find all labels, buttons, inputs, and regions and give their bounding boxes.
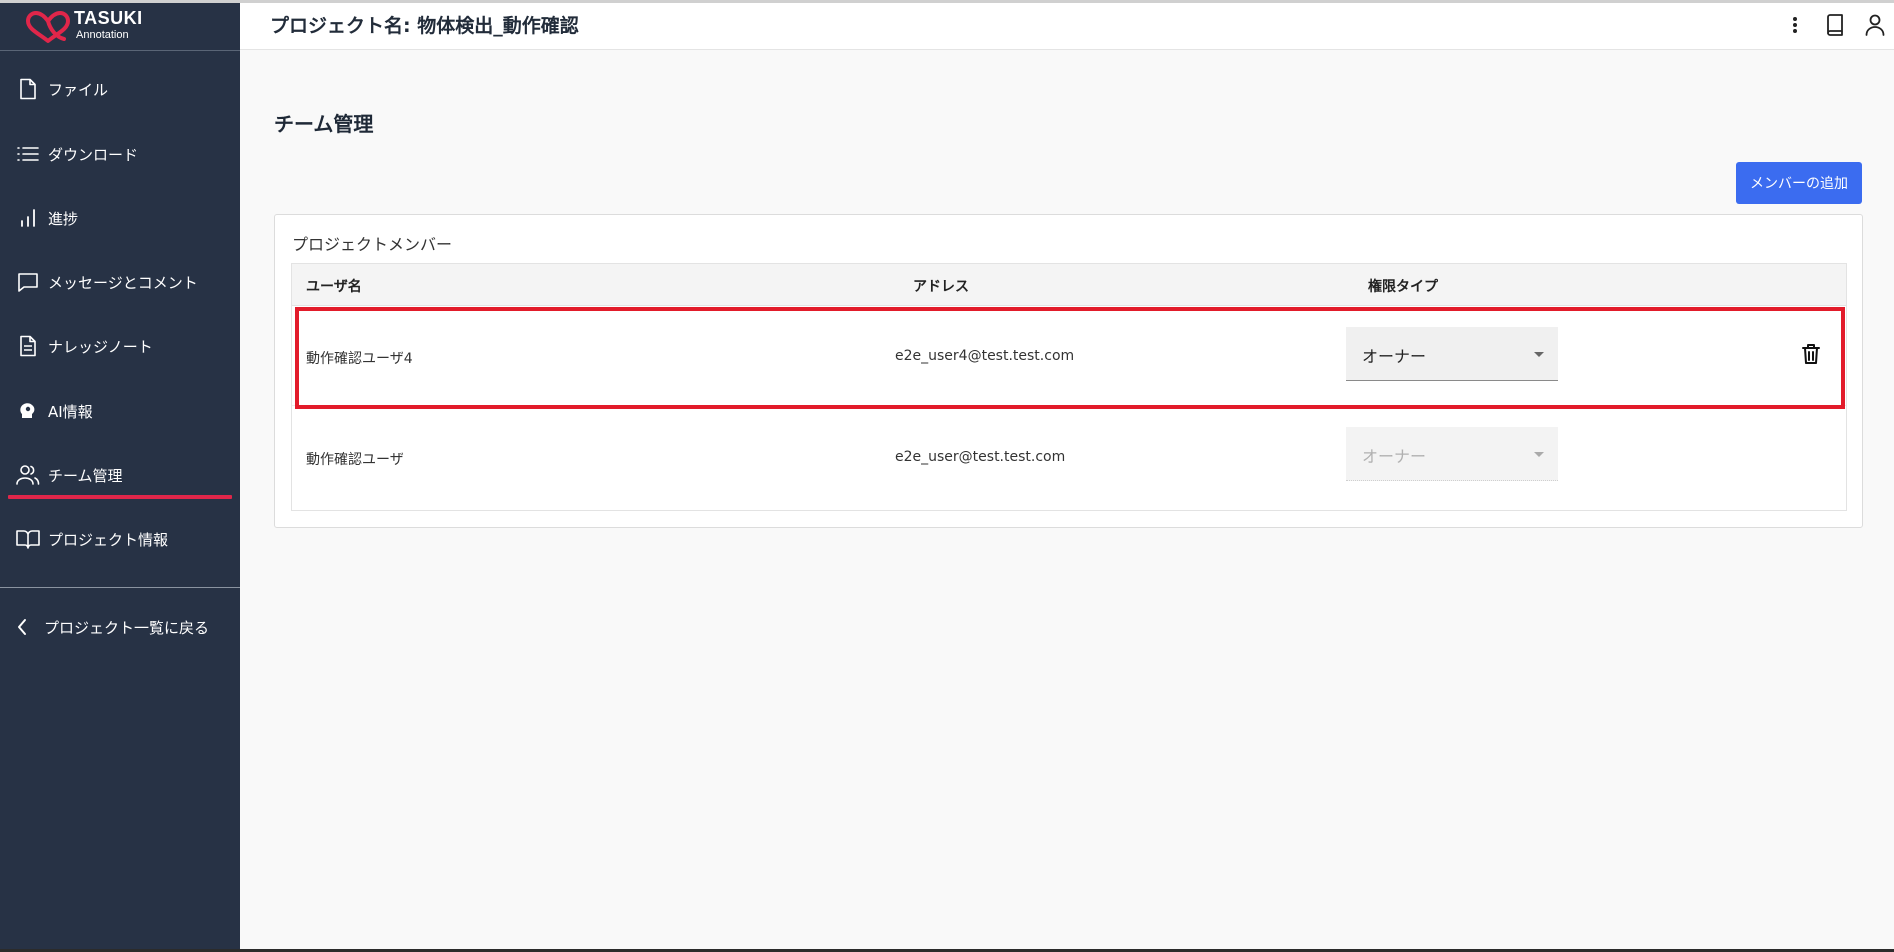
sidebar-item-label: AI情報 xyxy=(48,402,93,421)
sidebar-item-team[interactable]: チーム管理 xyxy=(0,451,240,499)
user-icon[interactable] xyxy=(1862,12,1888,38)
column-header-role: 権限タイプ xyxy=(1368,279,1438,295)
book-open-icon xyxy=(16,527,40,551)
logo-title: TASUKI xyxy=(74,8,143,28)
role-select-value: オーナー xyxy=(1362,447,1427,466)
book-icon[interactable] xyxy=(1822,12,1848,38)
document-icon xyxy=(16,334,40,358)
card-title: プロジェクトメンバー xyxy=(292,235,453,254)
brain-icon xyxy=(16,399,40,423)
top-header: プロジェクト名: 物体検出_動作確認 xyxy=(240,3,1894,50)
chevron-left-icon xyxy=(10,615,34,639)
trash-icon[interactable] xyxy=(1798,340,1824,368)
bar-chart-icon xyxy=(16,206,40,230)
member-email: e2e_user4@test.test.com xyxy=(895,348,1075,364)
sidebar-item-messages[interactable]: メッセージとコメント xyxy=(0,258,240,306)
main-content: チーム管理 メンバーの追加 プロジェクトメンバー ユーザ名 アドレス 権限タイプ… xyxy=(240,50,1894,949)
sidebar-divider xyxy=(0,587,240,588)
member-email: e2e_user@test.test.com xyxy=(895,449,1066,465)
role-select-value: オーナー xyxy=(1362,347,1427,366)
page-title: チーム管理 xyxy=(274,112,374,136)
logo-subtitle: Annotation xyxy=(76,29,129,41)
table-row: 動作確認ユーザ4 e2e_user4@test.test.com オーナー xyxy=(292,306,1846,406)
sidebar-item-download[interactable]: ダウンロード xyxy=(0,130,240,178)
members-table: ユーザ名 アドレス 権限タイプ 動作確認ユーザ4 e2e_user4@test.… xyxy=(291,263,1847,511)
column-header-username: ユーザ名 xyxy=(306,279,362,295)
sidebar-item-label: ダウンロード xyxy=(48,145,139,164)
message-icon xyxy=(16,270,40,294)
table-header: ユーザ名 アドレス 権限タイプ xyxy=(292,264,1846,306)
member-username: 動作確認ユーザ4 xyxy=(306,351,413,367)
sidebar-item-progress[interactable]: 進捗 xyxy=(0,194,240,242)
sidebar-item-label: プロジェクト情報 xyxy=(48,530,169,549)
sidebar-item-ai-info[interactable]: AI情報 xyxy=(0,387,240,435)
sidebar-item-label: 進捗 xyxy=(48,209,79,228)
sidebar-item-label: ファイル xyxy=(48,80,109,99)
column-header-address: アドレス xyxy=(913,279,969,295)
more-vertical-icon[interactable] xyxy=(1782,12,1808,38)
member-username: 動作確認ユーザ xyxy=(306,452,404,468)
list-icon xyxy=(16,142,40,166)
sidebar-item-label: ナレッジノート xyxy=(48,337,153,356)
tasuki-logo-icon xyxy=(26,11,70,43)
role-select[interactable]: オーナー xyxy=(1346,327,1558,381)
table-row: 動作確認ユーザ e2e_user@test.test.com オーナー xyxy=(292,406,1846,506)
role-select-disabled: オーナー xyxy=(1346,427,1558,481)
caret-down-icon xyxy=(1534,352,1544,357)
sidebar-item-label: チーム管理 xyxy=(48,466,123,485)
sidebar: TASUKI Annotation ファイル ダウンロード 進捗 メッセージとコ… xyxy=(0,3,240,949)
sidebar-item-label: メッセージとコメント xyxy=(48,273,198,292)
project-members-card: プロジェクトメンバー ユーザ名 アドレス 権限タイプ 動作確認ユーザ4 e2e_… xyxy=(274,214,1863,528)
back-to-project-list[interactable]: プロジェクト一覧に戻る xyxy=(0,603,240,651)
back-label: プロジェクト一覧に戻る xyxy=(44,618,210,637)
page-header-title: プロジェクト名: 物体検出_動作確認 xyxy=(270,15,579,37)
sidebar-item-knowledge[interactable]: ナレッジノート xyxy=(0,322,240,370)
caret-down-icon xyxy=(1534,452,1544,457)
file-icon xyxy=(16,77,40,101)
users-icon xyxy=(16,463,40,487)
app-logo[interactable]: TASUKI Annotation xyxy=(0,3,240,51)
sidebar-item-files[interactable]: ファイル xyxy=(0,65,240,113)
add-member-button[interactable]: メンバーの追加 xyxy=(1736,162,1862,204)
active-nav-indicator xyxy=(8,495,232,499)
sidebar-item-project-info[interactable]: プロジェクト情報 xyxy=(0,515,240,563)
